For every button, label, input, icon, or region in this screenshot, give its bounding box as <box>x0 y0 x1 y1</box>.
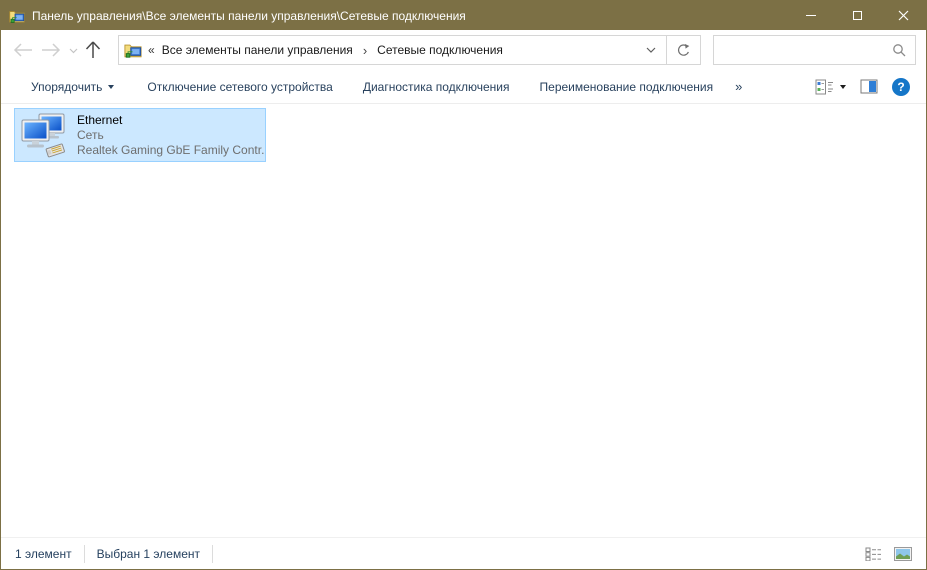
ethernet-adapter-icon <box>20 111 68 159</box>
command-bar: Упорядочить Отключение сетевого устройст… <box>1 70 926 104</box>
breadcrumb-network-connections[interactable]: Сетевые подключения <box>371 43 509 57</box>
breadcrumb-root-chevron[interactable]: « <box>142 43 156 57</box>
selection-count: Выбран 1 элемент <box>97 547 200 561</box>
view-options-button[interactable] <box>815 79 846 95</box>
up-button-icon[interactable] <box>85 41 101 59</box>
chevron-down-icon <box>108 85 114 92</box>
divider <box>84 545 85 563</box>
organize-menu-button[interactable]: Упорядочить <box>31 80 114 94</box>
back-button-icon[interactable] <box>13 43 33 57</box>
diagnose-connection-button[interactable]: Диагностика подключения <box>363 80 510 94</box>
search-icon[interactable] <box>892 43 906 57</box>
chevron-down-icon <box>646 47 656 53</box>
chevron-down-icon <box>840 85 846 92</box>
breadcrumb-all-items[interactable]: Все элементы панели управления <box>156 43 359 57</box>
connection-status: Сеть <box>77 128 265 143</box>
help-button[interactable]: ? <box>892 78 910 96</box>
tiles-view-icon <box>815 79 834 95</box>
toolbar-overflow-button[interactable]: » <box>735 79 742 94</box>
preview-pane-icon <box>860 79 878 94</box>
refresh-icon <box>676 43 691 58</box>
disable-network-device-button[interactable]: Отключение сетевого устройства <box>147 80 332 94</box>
diagnose-label: Диагностика подключения <box>363 80 510 94</box>
connection-device: Realtek Gaming GbE Family Contr... <box>77 143 265 158</box>
disable-device-label: Отключение сетевого устройства <box>147 80 332 94</box>
details-view-icon <box>865 547 882 561</box>
refresh-button[interactable] <box>666 35 701 65</box>
maximize-button[interactable] <box>834 1 880 30</box>
item-count: 1 элемент <box>15 547 72 561</box>
window-title: Панель управления\Все элементы панели уп… <box>32 9 466 23</box>
preview-pane-button[interactable] <box>860 79 878 94</box>
breadcrumb-separator-icon[interactable]: › <box>359 43 371 58</box>
address-dropdown-button[interactable] <box>636 36 666 64</box>
help-icon: ? <box>897 80 904 94</box>
rename-label: Переименование подключения <box>540 80 714 94</box>
file-list-area[interactable]: Ethernet Сеть Realtek Gaming GbE Family … <box>1 104 926 537</box>
title-bar: Панель управления\Все элементы панели уп… <box>1 1 926 30</box>
connection-item-ethernet[interactable]: Ethernet Сеть Realtek Gaming GbE Family … <box>14 108 266 162</box>
search-box <box>713 35 916 65</box>
organize-label: Упорядочить <box>31 80 102 94</box>
details-view-button[interactable] <box>863 545 884 563</box>
close-icon <box>898 10 909 21</box>
large-icons-view-button[interactable] <box>892 545 914 563</box>
minimize-icon <box>806 15 816 16</box>
thumbnail-view-icon <box>894 547 912 561</box>
divider <box>212 545 213 563</box>
recent-locations-chevron-icon[interactable] <box>69 48 78 54</box>
connection-name: Ethernet <box>77 113 265 128</box>
address-bar[interactable]: « Все элементы панели управления › Сетев… <box>118 35 667 65</box>
maximize-icon <box>853 11 862 20</box>
forward-button-icon[interactable] <box>41 43 61 57</box>
search-input[interactable] <box>714 36 892 64</box>
status-bar: 1 элемент Выбран 1 элемент <box>1 537 926 569</box>
explorer-window: Панель управления\Все элементы панели уп… <box>0 0 927 570</box>
rename-connection-button[interactable]: Переименование подключения <box>540 80 714 94</box>
minimize-button[interactable] <box>788 1 834 30</box>
navigation-bar: « Все элементы панели управления › Сетев… <box>1 30 926 70</box>
network-connections-icon <box>9 8 25 24</box>
close-button[interactable] <box>880 1 926 30</box>
network-connections-icon <box>124 41 142 59</box>
